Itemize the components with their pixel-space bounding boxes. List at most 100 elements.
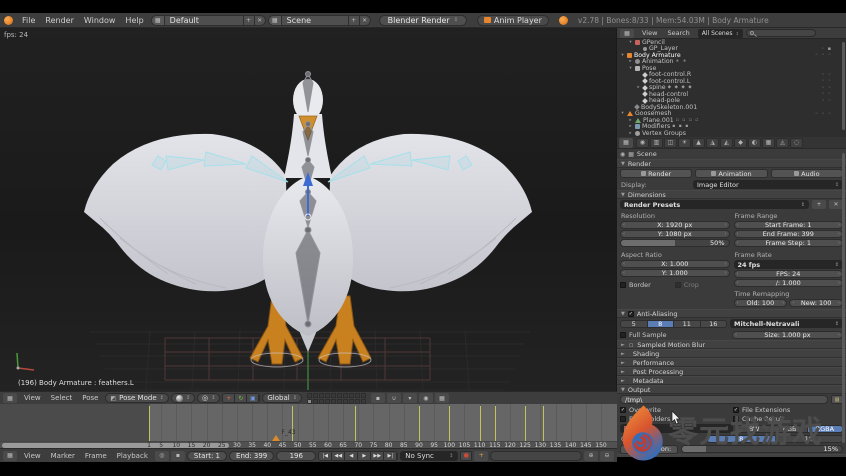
sync-dropdown[interactable]: No Sync ↕	[400, 451, 458, 461]
delete-layout-button[interactable]: ✕	[254, 16, 265, 25]
delete-scene-button[interactable]: ✕	[359, 16, 370, 25]
blender-menu-icon[interactable]	[4, 16, 13, 25]
lock-icon[interactable]: ▪	[371, 393, 385, 403]
timeline-area[interactable]: F_43	[0, 404, 617, 441]
properties-tab[interactable]: ◌	[790, 138, 803, 148]
jump-to-start-button[interactable]: |◀	[319, 452, 332, 460]
channel-bw-button[interactable]: BW	[737, 426, 772, 432]
render-opengl-button[interactable]: ◉	[419, 393, 433, 403]
restriction-toggles[interactable]: ◦ ◦	[822, 98, 833, 104]
properties-tab[interactable]: ▲	[692, 138, 705, 148]
aa-filter-dropdown[interactable]: Mitchell-Netravali ↕	[730, 319, 843, 328]
aa-sample-11[interactable]: 11	[674, 321, 701, 327]
shading-dropdown[interactable]: ↕	[171, 393, 195, 403]
left-wing[interactable]	[84, 134, 287, 291]
start-frame-field-props[interactable]: Start Frame: 1	[734, 221, 844, 229]
play-button[interactable]: ▶	[358, 452, 371, 460]
channel-rgba-button[interactable]: RGBA	[808, 426, 842, 432]
outliner-row-label[interactable]: Vertex Groups	[642, 130, 686, 137]
properties-tab[interactable]: ◫	[664, 138, 677, 148]
compression-slider[interactable]: 15%	[681, 445, 843, 453]
expand-icon[interactable]: ▾	[620, 111, 625, 116]
outliner-menu-item[interactable]: View	[637, 29, 662, 37]
restriction-toggles[interactable]: ◦ ◦ ◦	[815, 111, 832, 117]
keyframe-line[interactable]	[355, 406, 356, 441]
properties-tab[interactable]: ◐	[748, 138, 761, 148]
output-panel-header[interactable]: ▼ Output	[617, 385, 846, 394]
aspect-y-field[interactable]: Y: 1.000	[620, 269, 730, 277]
anim-player-button[interactable]: Anim Player	[477, 15, 549, 26]
restriction-toggles[interactable]: ◦ ▪	[821, 46, 832, 52]
right-wing[interactable]	[329, 134, 532, 291]
keyframe-line[interactable]	[449, 406, 450, 441]
expand-icon[interactable]: ▾	[620, 53, 625, 58]
jump-next-keyframe-button[interactable]: ▶▶	[371, 452, 384, 460]
jump-prev-keyframe-button[interactable]: ◀◀	[332, 452, 345, 460]
resolution-scale-slider[interactable]: 50%	[620, 239, 730, 247]
aa-size-field[interactable]: Size: 1.000 px	[732, 331, 843, 339]
expand-icon[interactable]: ▸	[628, 131, 633, 136]
properties-tab[interactable]: ☀	[678, 138, 691, 148]
insert-keyframe-button[interactable]: ⊕	[584, 451, 598, 461]
expand-icon[interactable]: ▾	[628, 40, 633, 45]
outliner-scrollbar[interactable]	[842, 42, 845, 130]
border-checkbox[interactable]: Border	[620, 281, 675, 289]
snap-target-dropdown[interactable]: ▾	[403, 393, 417, 403]
lock-time-button[interactable]: ▪	[171, 451, 185, 461]
keyframe-line[interactable]	[495, 406, 496, 441]
file-extensions-checkbox[interactable]: ✓File Extensions	[733, 406, 843, 414]
current-frame-field[interactable]: 196	[276, 451, 316, 461]
file-format-dropdown[interactable]: PNG ↕	[620, 424, 733, 433]
preset-remove-button[interactable]: ✕	[829, 200, 843, 209]
screen-layout-value[interactable]: Default	[165, 16, 243, 25]
mode-dropdown[interactable]: ◩ Pose Mode ↕	[105, 393, 168, 403]
render-animation-button[interactable]: Animation	[695, 169, 767, 178]
fps-base-field[interactable]: /: 1.000	[734, 279, 844, 287]
properties-tab[interactable]: ▥	[650, 138, 663, 148]
properties-tab[interactable]: ▦	[762, 138, 775, 148]
display-dropdown[interactable]: Image Editor ↕	[693, 180, 843, 189]
properties-editor-type-button[interactable]: ▦	[619, 138, 633, 148]
add-scene-button[interactable]: +	[348, 16, 359, 25]
menu-item[interactable]: Help	[120, 16, 148, 25]
expand-icon[interactable]: ▸	[636, 85, 641, 90]
viewport-3d[interactable]: fps: 24 (196) Body Armature : feathers.L	[0, 28, 617, 391]
keying-set-field[interactable]	[490, 451, 582, 461]
keyframe-line[interactable]	[149, 406, 150, 441]
viewport-menu-item[interactable]: Select	[46, 394, 78, 402]
fps-preset-dropdown[interactable]: 24 fps↕	[734, 260, 844, 269]
panel-checkbox[interactable]: ▫	[628, 341, 634, 349]
render-engine-dropdown[interactable]: Blender Render ↕	[379, 15, 467, 26]
properties-tab[interactable]: ◆	[734, 138, 747, 148]
scene-selector[interactable]: ▦ Scene + ✕	[268, 15, 371, 26]
end-frame-field[interactable]: End: 399	[229, 451, 274, 461]
expand-icon[interactable]: ▾	[628, 66, 633, 71]
timeline-editor-type-button[interactable]: ▦	[3, 451, 17, 461]
timeline-menu-item[interactable]: Marker	[46, 452, 80, 460]
channel-rgb-button[interactable]: RGB	[772, 426, 807, 432]
render-panel-header[interactable]: ▼ Render	[617, 159, 846, 168]
orientation-dropdown[interactable]: Global ↕	[262, 393, 302, 403]
render-presets-dropdown[interactable]: Render Presets ↕	[620, 200, 809, 209]
outliner-search-input[interactable]	[746, 29, 816, 37]
expand-icon[interactable]: ▸	[628, 59, 633, 64]
collapsed-panel-header[interactable]: ► Shading	[617, 349, 846, 358]
use-preview-range-button[interactable]: ◎	[155, 451, 169, 461]
record-button[interactable]: ●	[460, 451, 472, 461]
keyframe-line[interactable]	[543, 406, 544, 441]
start-frame-field[interactable]: Start: 1	[187, 451, 227, 461]
expand-icon[interactable]: ▸	[628, 118, 633, 123]
screen-layout-selector[interactable]: ▦ Default + ✕	[151, 15, 266, 26]
keyframe-line[interactable]	[525, 406, 526, 441]
play-reverse-button[interactable]: ◀	[345, 452, 358, 460]
full-sample-checkbox[interactable]: Full Sample	[620, 331, 729, 339]
scene-selector-value[interactable]: Scene	[282, 16, 348, 25]
resolution-y-field[interactable]: Y: 1080 px	[620, 230, 730, 238]
restriction-toggles[interactable]: ◦ ◦	[822, 85, 833, 91]
editor-type-button[interactable]: ▦	[3, 393, 17, 403]
snap-magnet-icon[interactable]: ∪	[387, 393, 401, 403]
pivot-dropdown[interactable]: ◎↕	[197, 393, 220, 403]
collapsed-panel-header[interactable]: ► Bake	[617, 454, 846, 457]
outliner-menu-item[interactable]: Search	[662, 29, 694, 37]
properties-tab[interactable]: ◉	[636, 138, 649, 148]
